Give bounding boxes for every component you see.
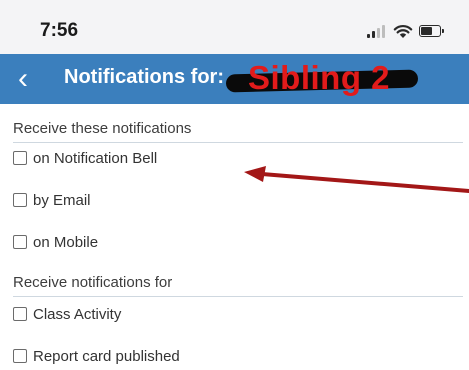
redacted-child-name: Sibling 2 <box>225 59 419 98</box>
option-notification-bell[interactable]: on Notification Bell <box>13 148 157 168</box>
option-class-activity[interactable]: Class Activity <box>13 304 121 324</box>
chevron-left-icon: ‹ <box>18 62 28 95</box>
status-bar: 7:56 <box>0 0 469 54</box>
page-title: Notifications for: <box>64 66 224 88</box>
cellular-signal-icon <box>367 24 387 38</box>
option-report-card-published[interactable]: Report card published <box>13 346 180 366</box>
section-header-topics: Receive notifications for <box>13 274 463 297</box>
checkbox-report-card-published[interactable] <box>13 349 27 363</box>
option-label: on Notification Bell <box>33 149 158 167</box>
section-header-delivery: Receive these notifications <box>13 120 463 143</box>
status-time: 7:56 <box>40 20 79 41</box>
redaction-label: Sibling 2 <box>248 59 391 96</box>
annotation-arrow-icon <box>244 166 469 193</box>
option-label: Report card published <box>33 347 180 365</box>
option-label: Class Activity <box>33 305 122 323</box>
wifi-icon <box>393 25 413 38</box>
option-label: by Email <box>33 191 91 209</box>
checkbox-email[interactable] <box>13 193 27 207</box>
option-mobile[interactable]: on Mobile <box>13 232 98 252</box>
checkbox-mobile[interactable] <box>13 235 27 249</box>
nav-bar: ‹ Notifications for: Sibling 2 <box>0 54 469 104</box>
battery-icon <box>419 25 444 37</box>
checkbox-class-activity[interactable] <box>13 307 27 321</box>
option-label: on Mobile <box>33 233 99 251</box>
status-icons <box>367 24 444 40</box>
back-button[interactable]: ‹ <box>6 54 40 104</box>
checkbox-notification-bell[interactable] <box>13 151 27 165</box>
option-email[interactable]: by Email <box>13 190 91 210</box>
